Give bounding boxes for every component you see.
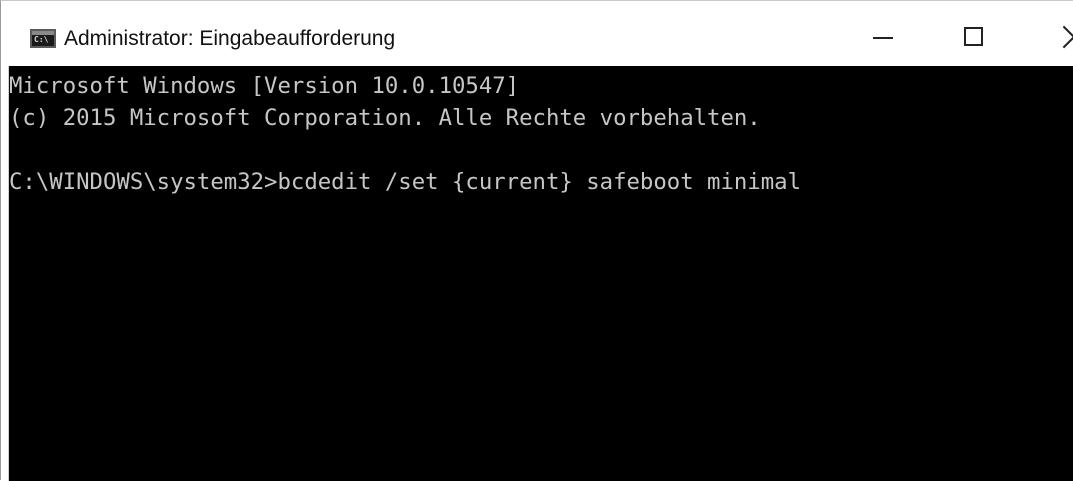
minimize-button[interactable] [843, 1, 923, 66]
window-title: Administrator: Eingabeaufforderung [64, 27, 396, 50]
cmd-console-icon[interactable]: C:\ [30, 29, 56, 48]
console-window: C:\ Administrator: Eingabeaufforderung M… [0, 0, 1073, 481]
console-line-version: Microsoft Windows [Version 10.0.10547] [9, 73, 520, 99]
icon-glyph: C:\ [34, 35, 49, 44]
close-button[interactable] [1029, 1, 1073, 66]
console-command-line[interactable]: C:\WINDOWS\system32>bcdedit /set {curren… [9, 166, 801, 198]
title-bar[interactable]: C:\ Administrator: Eingabeaufforderung [1, 1, 1073, 66]
window-left-border [1, 66, 9, 481]
maximize-icon [964, 27, 983, 46]
console-output-area[interactable]: Microsoft Windows [Version 10.0.10547] (… [9, 66, 1073, 481]
maximize-button[interactable] [936, 1, 1016, 66]
close-icon [1059, 25, 1073, 49]
console-line-copyright: (c) 2015 Microsoft Corporation. Alle Rec… [9, 105, 761, 131]
minimize-icon [873, 37, 893, 39]
